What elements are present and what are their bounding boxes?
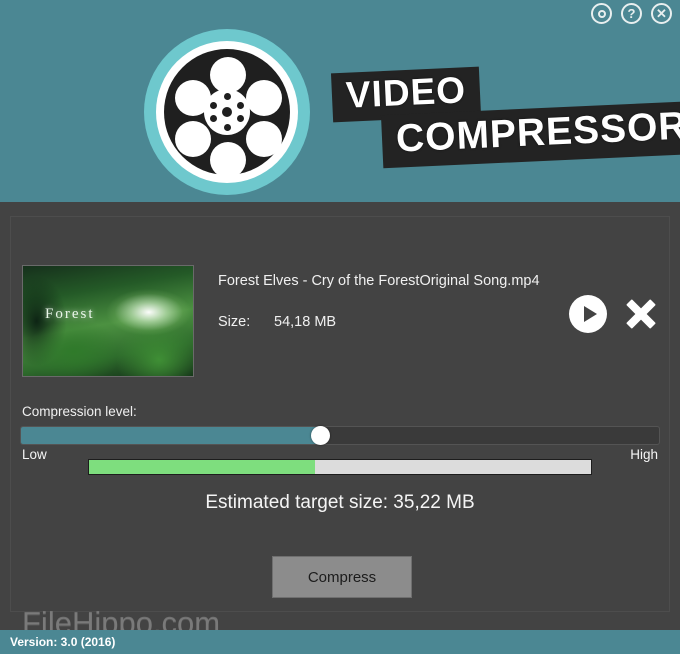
reel-hub-dot bbox=[237, 102, 244, 109]
close-icon[interactable]: ✕ bbox=[651, 3, 672, 24]
reel-hole bbox=[246, 121, 282, 157]
file-name: Forest Elves - Cry of the ForestOriginal… bbox=[218, 273, 540, 289]
file-size-value: 54,18 MB bbox=[274, 314, 337, 331]
reel-hole bbox=[175, 121, 211, 157]
record-icon-dot bbox=[597, 9, 606, 18]
compression-level-label: Compression level: bbox=[22, 404, 137, 419]
file-action-group bbox=[569, 295, 658, 333]
file-size-row: Size: 54,18 MB bbox=[218, 314, 578, 330]
reel-hub-dot bbox=[223, 93, 231, 100]
progress-fill bbox=[89, 460, 315, 474]
reel-hole bbox=[210, 142, 246, 178]
video-thumbnail: Forest bbox=[22, 265, 194, 377]
reel-black-disc bbox=[164, 49, 290, 178]
remove-file-button[interactable] bbox=[624, 297, 658, 331]
reel-hub-dot bbox=[210, 115, 217, 122]
reel-hole bbox=[246, 80, 282, 116]
help-icon[interactable]: ? bbox=[621, 3, 642, 24]
slider-fill bbox=[21, 427, 321, 444]
version-text: Version: 3.0 (2016) bbox=[10, 635, 116, 649]
reel-hub bbox=[204, 89, 250, 135]
file-list-item[interactable]: Forest Forest Elves - Cry of the ForestO… bbox=[22, 265, 658, 385]
compression-level-slider[interactable] bbox=[20, 426, 660, 445]
status-bar: Version: 3.0 (2016) bbox=[0, 630, 680, 654]
app-header: ? ✕ VIDEO COMPRESSOR bbox=[0, 0, 680, 202]
record-icon[interactable] bbox=[591, 3, 612, 24]
video-thumbnail-caption: Forest bbox=[45, 306, 95, 322]
file-size-label: Size: bbox=[218, 314, 251, 331]
slider-high-label: High bbox=[630, 447, 658, 462]
slider-low-label: Low bbox=[22, 447, 47, 462]
film-reel-logo bbox=[144, 29, 310, 195]
compression-progress-bar bbox=[88, 459, 592, 475]
reel-hub-dot bbox=[237, 115, 244, 122]
reel-hub-center bbox=[222, 107, 232, 117]
slider-thumb[interactable] bbox=[311, 426, 331, 445]
play-icon bbox=[583, 306, 597, 322]
play-button[interactable] bbox=[569, 295, 607, 333]
estimated-target-size: Estimated target size: 35,22 MB bbox=[205, 492, 475, 513]
file-metadata: Forest Elves - Cry of the ForestOriginal… bbox=[218, 273, 578, 330]
reel-hole bbox=[210, 57, 246, 93]
reel-hub-dot bbox=[223, 124, 231, 131]
reel-hub-dot bbox=[210, 102, 217, 109]
compress-button[interactable]: Compress bbox=[272, 556, 412, 598]
video-compressor-window: ? ✕ VIDEO COMPRESSOR Forest Forest Elves… bbox=[0, 0, 680, 654]
titlebar-icon-group: ? ✕ bbox=[591, 3, 672, 24]
